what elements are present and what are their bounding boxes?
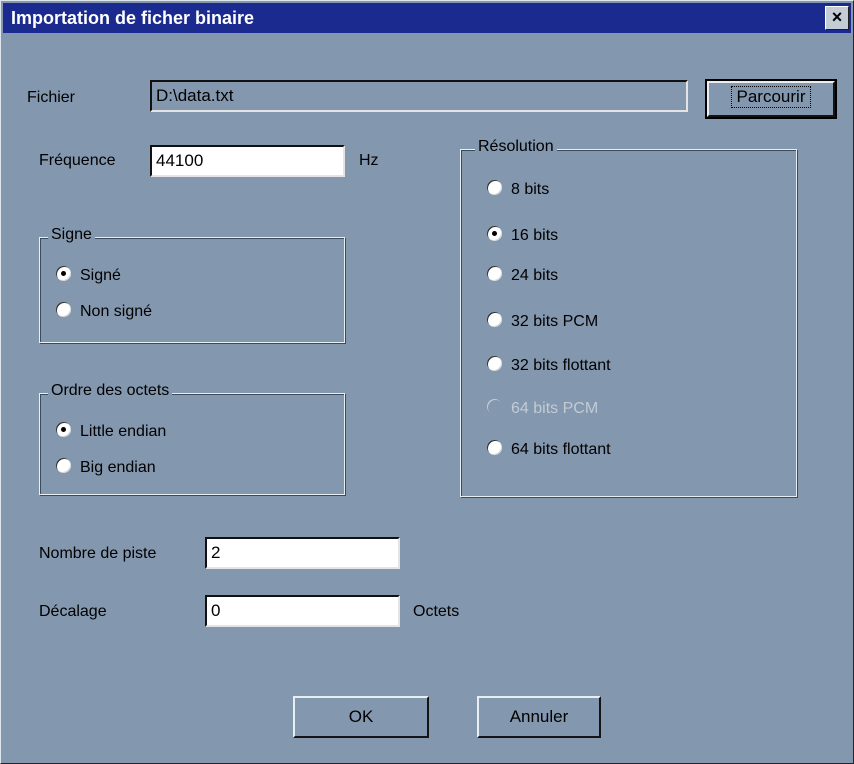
sign-group-title: Signe: [48, 226, 95, 244]
tracks-input[interactable]: 2: [205, 537, 400, 569]
ok-button-label: OK: [348, 707, 374, 726]
dialog-window: Importation de ficher binaire × Fichier …: [0, 0, 854, 764]
byte-order-group: Ordre des octets Little endian Big endia…: [39, 382, 345, 495]
file-label: Fichier: [27, 89, 76, 106]
radio-16-bits-label: 16 bits: [511, 227, 559, 244]
radio-unchecked-icon: [487, 440, 502, 456]
radio-big-endian[interactable]: Big endian: [56, 456, 156, 480]
frequency-input[interactable]: 44100: [150, 145, 345, 177]
radio-unchecked-icon: [56, 458, 71, 474]
radio-32-bits-float-label: 32 bits flottant: [511, 357, 611, 374]
radio-little-endian-label: Little endian: [80, 423, 167, 440]
radio-unchecked-icon: [487, 356, 502, 372]
resolution-group: Résolution 8 bits 16 bits 24 bits 32 bit…: [460, 138, 797, 497]
radio-32-bits-pcm[interactable]: 32 bits PCM: [487, 310, 598, 334]
radio-64-bits-float-label: 64 bits flottant: [511, 441, 611, 458]
browse-button-label: Parcourir: [730, 86, 812, 108]
radio-signed[interactable]: Signé: [56, 264, 121, 288]
byte-order-group-title: Ordre des octets: [48, 382, 173, 400]
ok-button[interactable]: OK: [293, 696, 429, 738]
radio-unchecked-icon: [487, 266, 502, 282]
cancel-button-label: Annuler: [509, 707, 569, 726]
window-title: Importation de ficher binaire: [11, 8, 255, 28]
radio-little-endian[interactable]: Little endian: [56, 420, 166, 444]
frequency-label: Fréquence: [39, 152, 116, 169]
offset-unit: Octets: [413, 603, 460, 620]
radio-24-bits[interactable]: 24 bits: [487, 264, 558, 288]
radio-unchecked-icon: [487, 312, 502, 328]
browse-button[interactable]: Parcourir: [705, 79, 837, 119]
radio-unsigned[interactable]: Non signé: [56, 300, 152, 324]
radio-checked-icon: [56, 266, 71, 282]
tracks-label: Nombre de piste: [39, 545, 157, 562]
title-bar[interactable]: Importation de ficher binaire ×: [3, 3, 851, 33]
radio-unsigned-label: Non signé: [80, 303, 153, 320]
resolution-group-title: Résolution: [475, 138, 557, 156]
frequency-unit: Hz: [359, 152, 379, 169]
radio-checked-icon: [487, 226, 502, 242]
radio-24-bits-label: 24 bits: [511, 267, 559, 284]
radio-64-bits-pcm: 64 bits PCM: [487, 397, 598, 421]
radio-big-endian-label: Big endian: [80, 459, 156, 476]
offset-label: Décalage: [39, 603, 107, 620]
file-path-field[interactable]: D:\data.txt: [150, 80, 688, 112]
radio-checked-icon: [56, 422, 71, 438]
radio-16-bits[interactable]: 16 bits: [487, 224, 558, 248]
offset-input[interactable]: 0: [205, 595, 400, 627]
radio-8-bits-label: 8 bits: [511, 181, 550, 198]
radio-64-bits-pcm-label: 64 bits PCM: [511, 400, 599, 417]
radio-32-bits-float[interactable]: 32 bits flottant: [487, 354, 611, 378]
close-icon[interactable]: ×: [825, 6, 849, 30]
cancel-button[interactable]: Annuler: [477, 696, 601, 738]
sign-group: Signe Signé Non signé: [39, 226, 345, 343]
radio-8-bits[interactable]: 8 bits: [487, 178, 549, 202]
radio-disabled-icon: [487, 399, 502, 415]
radio-unchecked-icon: [56, 302, 71, 318]
radio-32-bits-pcm-label: 32 bits PCM: [511, 313, 599, 330]
radio-64-bits-float[interactable]: 64 bits flottant: [487, 438, 611, 462]
radio-signed-label: Signé: [80, 267, 121, 284]
radio-unchecked-icon: [487, 180, 502, 196]
